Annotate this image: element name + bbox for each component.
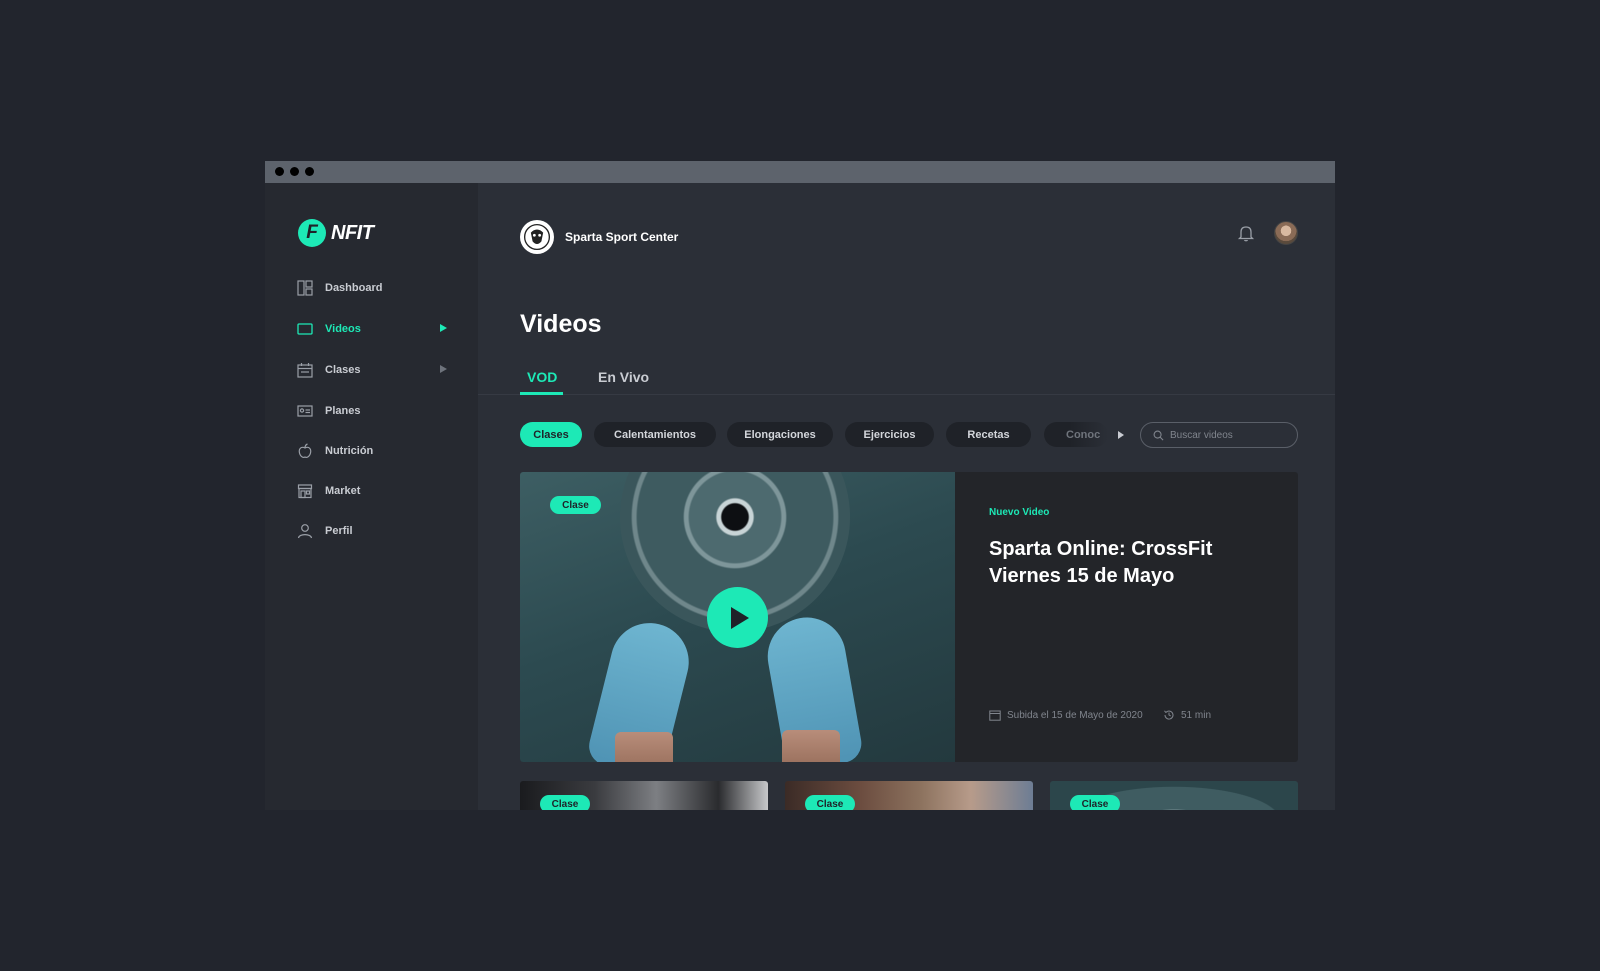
filter-chip-recetas[interactable]: Recetas [946, 422, 1031, 447]
sidebar-item-perfil[interactable]: Perfil [297, 519, 447, 543]
sidebar-item-videos[interactable]: Videos [297, 317, 447, 341]
window-dot-close[interactable] [275, 167, 284, 176]
main-content: Sparta Sport Center Videos VOD En Vivo C… [478, 183, 1335, 810]
category-badge: Clase [540, 795, 590, 810]
history-icon [1164, 710, 1174, 720]
video-duration-text: 51 min [1181, 709, 1212, 721]
tab-en-vivo[interactable]: En Vivo [598, 369, 649, 385]
id-card-icon [297, 403, 313, 419]
filter-chip-clases[interactable]: Clases [520, 422, 582, 447]
calendar-icon [297, 362, 313, 378]
featured-video-thumbnail[interactable]: Clase [520, 472, 955, 762]
search-input[interactable] [1170, 429, 1290, 441]
video-thumbnail[interactable]: Clase [785, 781, 1033, 810]
caret-right-icon [440, 324, 447, 332]
featured-video-title[interactable]: Sparta Online: CrossFit Viernes 15 de Ma… [989, 536, 1259, 590]
video-thumbnail[interactable]: Clase [520, 781, 768, 810]
filter-chip-conoce[interactable]: Conoc [1044, 422, 1108, 447]
user-avatar[interactable] [1274, 221, 1298, 245]
video-duration: 51 min [1163, 709, 1211, 721]
dashboard-icon [297, 280, 313, 296]
active-tab-indicator [520, 392, 563, 395]
caret-right-icon [440, 365, 447, 373]
category-badge: Clase [1070, 795, 1120, 810]
sidebar-item-dashboard[interactable]: Dashboard [297, 276, 447, 300]
bell-icon[interactable] [1236, 223, 1256, 243]
window-titlebar [265, 161, 1335, 183]
sidebar-item-label: Market [325, 485, 361, 497]
sidebar-item-planes[interactable]: Planes [297, 399, 447, 423]
leg-image [782, 730, 840, 762]
featured-video-card[interactable]: Clase Nuevo Video Sparta Online: CrossFi… [520, 472, 1298, 762]
apple-icon [297, 443, 313, 459]
leg-image [615, 732, 673, 762]
filter-chip-elongaciones[interactable]: Elongaciones [727, 422, 833, 447]
gym-header[interactable]: Sparta Sport Center [520, 220, 678, 254]
sidebar-item-market[interactable]: Market [297, 479, 447, 503]
play-button[interactable] [707, 587, 768, 648]
sidebar-item-label: Clases [325, 364, 361, 376]
store-icon [297, 483, 313, 499]
play-icon [731, 606, 749, 629]
tabs-divider [478, 394, 1335, 395]
logo-mark: F [298, 219, 326, 247]
search-icon [1153, 430, 1164, 440]
category-badge: Clase [805, 795, 855, 810]
search-box[interactable] [1140, 422, 1298, 448]
sidebar-item-label: Perfil [325, 525, 353, 537]
scroll-right-icon[interactable] [1118, 431, 1124, 439]
video-thumbnail[interactable]: Clase [1050, 781, 1298, 810]
calendar-icon [989, 710, 1001, 721]
sidebar-item-label: Planes [325, 405, 361, 417]
gym-logo [520, 220, 554, 254]
gym-name: Sparta Sport Center [565, 230, 679, 244]
upload-date-text: Subida el 15 de Mayo de 2020 [1007, 709, 1143, 721]
filter-chip-calentamientos[interactable]: Calentamientos [594, 422, 716, 447]
app-name: NFIT [331, 221, 374, 244]
window-dot-minimize[interactable] [290, 167, 299, 176]
page-title: Videos [520, 310, 602, 338]
new-video-tag: Nuevo Video [989, 507, 1050, 518]
sidebar-item-nutricion[interactable]: Nutrición [297, 439, 447, 463]
user-icon [297, 523, 313, 539]
video-icon [297, 321, 313, 337]
sidebar-item-label: Nutrición [325, 445, 374, 457]
filter-chip-ejercicios[interactable]: Ejercicios [845, 422, 934, 447]
sidebar-item-label: Dashboard [325, 282, 383, 294]
window-dot-maximize[interactable] [305, 167, 314, 176]
upload-date: Subida el 15 de Mayo de 2020 [989, 709, 1143, 721]
tab-vod[interactable]: VOD [527, 369, 557, 385]
sidebar-item-label: Videos [325, 323, 361, 335]
sidebar: F NFIT Dashboard Videos Clases Planes Nu… [265, 183, 478, 810]
sidebar-item-clases[interactable]: Clases [297, 358, 447, 382]
browser-window: F NFIT Dashboard Videos Clases Planes Nu… [265, 161, 1335, 810]
category-badge: Clase [550, 496, 601, 514]
app-logo[interactable]: F NFIT [298, 219, 374, 247]
